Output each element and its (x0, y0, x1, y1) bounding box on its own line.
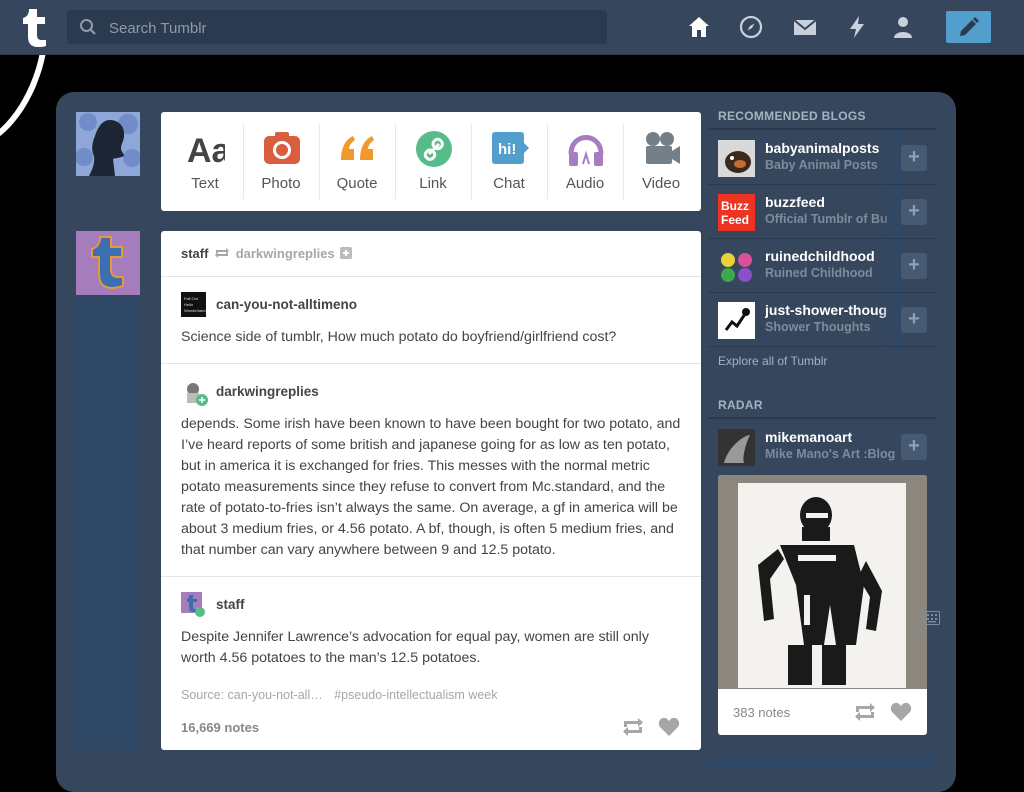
post-type-video[interactable]: Video (623, 112, 699, 211)
camera-icon (264, 132, 300, 164)
like-heart-icon[interactable] (890, 701, 912, 723)
recommended-blogs-heading: RECOMMENDED BLOGS (718, 109, 866, 123)
compose-pencil-icon (960, 17, 979, 36)
divider (161, 363, 701, 364)
staff-avatar-stripe (76, 295, 140, 750)
divider (708, 346, 936, 347)
post-source-and-tags: Source: can-you-not-all… #pseudo-intelle… (181, 688, 498, 702)
blog-avatar[interactable] (718, 248, 755, 285)
post-block-text: depends. Some irish have been known to h… (181, 416, 681, 558)
quote-marks-icon (341, 136, 374, 160)
user-avatar[interactable]: Fall Out Hello Wonderland (181, 292, 206, 317)
post-type-text[interactable]: Aa Text (167, 112, 243, 211)
svg-text:Buzz: Buzz (721, 199, 749, 213)
post-header: staff darkwingreplies (181, 246, 353, 261)
link-icon (416, 131, 452, 167)
post-card: staff darkwingreplies Fall Out Hello Wonde… (161, 231, 701, 750)
follow-plus-icon[interactable]: + (901, 145, 927, 171)
post-type-selector: Aa Text Photo Quote Link hi! Chat Audio … (161, 112, 701, 211)
recommended-blog-row[interactable]: Buzz Feed buzzfeed Official Tumblr of Bu … (708, 185, 936, 238)
post-block-username[interactable]: darkwingreplies (216, 384, 319, 399)
follow-plus-icon[interactable] (340, 247, 353, 259)
recommended-blog-row[interactable]: babyanimalposts Baby Animal Posts + (708, 131, 936, 184)
post-author-link[interactable]: staff (181, 246, 208, 261)
reblog-icon (215, 248, 230, 258)
home-icon[interactable] (687, 15, 711, 39)
post-type-chat[interactable]: hi! Chat (471, 112, 547, 211)
blog-avatar[interactable] (718, 302, 755, 339)
next-sidebar-section (708, 757, 936, 768)
notes-count[interactable]: 383 notes (733, 705, 790, 720)
follow-plus-icon[interactable]: + (901, 307, 927, 333)
staff-avatar[interactable] (76, 231, 140, 295)
post-type-audio[interactable]: Audio (547, 112, 623, 211)
blog-avatar[interactable]: BuzzFeed (718, 194, 755, 231)
account-person-icon[interactable] (891, 15, 915, 39)
blog-title: Mike Mano's Art :Blog (765, 447, 896, 461)
post-type-video-label: Video (641, 175, 681, 192)
activity-lightning-icon[interactable] (845, 15, 869, 39)
tumblr-logo-icon[interactable] (14, 6, 54, 48)
like-heart-icon[interactable] (658, 716, 680, 738)
post-type-chat-label: Chat (493, 175, 525, 192)
reblog-icon[interactable] (622, 716, 644, 738)
reblogged-from-link[interactable]: darkwingreplies (236, 246, 335, 261)
post-type-quote[interactable]: Quote (319, 112, 395, 211)
explore-link[interactable]: Explore all of Tumblr (718, 354, 827, 368)
post-type-photo[interactable]: Photo (243, 112, 319, 211)
svg-text:Feed: Feed (721, 213, 749, 227)
source-link[interactable]: Source: can-you-not-all… (181, 688, 323, 702)
messages-envelope-icon[interactable] (793, 15, 817, 39)
svg-text:Fall Out: Fall Out (184, 296, 199, 301)
recommended-blog-row[interactable]: just-shower-thoug Shower Thoughts + (708, 293, 936, 346)
post-type-photo-label: Photo (261, 175, 301, 192)
post-block-username[interactable]: staff (216, 597, 245, 612)
follow-plus-icon[interactable]: + (901, 434, 927, 460)
svg-text:Hello: Hello (184, 302, 194, 307)
recommended-blog-row[interactable]: ruinedchildhood Ruined Childhood + (708, 239, 936, 292)
post-type-text-label: Text (191, 175, 219, 192)
chat-bubble-icon: hi! (492, 132, 529, 164)
blog-avatar[interactable] (718, 429, 755, 466)
headphones-icon (568, 135, 604, 166)
notes-count[interactable]: 16,669 notes (181, 720, 259, 735)
search-icon (80, 19, 96, 35)
post-block-text: Science side of tumblr, How much potato … (181, 329, 617, 345)
svg-text:Aa: Aa (187, 132, 225, 168)
search-box[interactable] (67, 10, 607, 46)
explore-compass-icon[interactable] (739, 15, 763, 39)
post-block-username[interactable]: can-you-not-alltimeno (216, 297, 357, 312)
radar-heading: RADAR (718, 398, 763, 412)
radar-post-image[interactable] (718, 475, 927, 689)
post-block-text: Despite Jennifer Lawrence’s advocation f… (181, 629, 649, 666)
keyboard-icon[interactable] (924, 611, 940, 625)
svg-text:hi!: hi! (498, 141, 516, 158)
tag-link[interactable]: #pseudo-intellectualism week (334, 688, 497, 702)
user-avatar[interactable] (181, 592, 206, 617)
svg-text:Wonderland: Wonderland (184, 308, 206, 313)
post-type-quote-label: Quote (336, 175, 378, 192)
search-input[interactable] (107, 10, 591, 46)
blog-name[interactable]: mikemanoart (765, 429, 900, 445)
my-avatar[interactable] (76, 112, 140, 176)
post-type-link-label: Link (419, 175, 447, 192)
radar-blog-row[interactable]: mikemanoart Mike Mano's Art :Blog + (708, 420, 936, 473)
divider (161, 576, 701, 577)
top-navigation-bar (0, 0, 1024, 55)
text-aa-icon: Aa (187, 132, 225, 168)
blog-avatar[interactable] (718, 140, 755, 177)
divider (708, 417, 936, 419)
follow-plus-icon[interactable]: + (901, 253, 927, 279)
divider (161, 276, 701, 277)
compose-button[interactable] (946, 11, 991, 43)
divider (708, 128, 936, 130)
user-avatar[interactable] (185, 381, 210, 406)
video-camera-icon (646, 132, 680, 164)
follow-plus-icon[interactable]: + (901, 199, 927, 225)
reblog-icon[interactable] (854, 701, 876, 723)
radar-post-card: 383 notes (718, 475, 927, 735)
post-type-link[interactable]: Link (395, 112, 471, 211)
post-type-audio-label: Audio (565, 175, 605, 192)
